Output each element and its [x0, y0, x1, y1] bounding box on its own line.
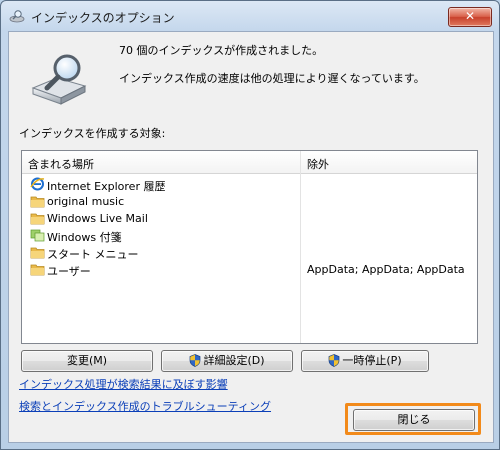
index-count-text: 70 個のインデックスが作成されました。: [119, 44, 324, 57]
indexing-options-window: インデックスのオプション ✕ 70 個のインデックスが作成されました。 インデッ…: [0, 0, 500, 450]
window-close-button[interactable]: ✕: [448, 7, 492, 27]
close-button-label: 閉じる: [397, 413, 431, 426]
list-item-name: Windows 付箋: [47, 231, 122, 244]
list-item[interactable]: Windows 付箋: [22, 227, 477, 244]
sticky-notes-icon: [30, 229, 45, 242]
folder-icon: [30, 213, 45, 225]
list-item[interactable]: ユーザー AppData; AppData; AppData: [22, 261, 477, 278]
list-item[interactable]: スタート メニュー: [22, 244, 477, 261]
indexing-impact-link[interactable]: インデックス処理が検索結果に及ぼす影響: [19, 376, 228, 392]
pause-button-label: 一時停止(P): [342, 354, 402, 367]
folder-icon: [30, 247, 45, 259]
list-item-name: ユーザー: [47, 265, 91, 278]
list-item[interactable]: Internet Explorer 履歴: [22, 176, 477, 193]
folder-icon: [30, 196, 45, 208]
column-header-exclude[interactable]: 除外: [307, 156, 329, 172]
indexing-speed-text: インデックス作成の速度は他の処理により遅くなっています。: [119, 72, 425, 85]
indexed-locations-label: インデックスを作成する対象:: [19, 127, 166, 140]
troubleshoot-link[interactable]: 検索とインデックス作成のトラブルシューティング: [19, 398, 271, 414]
list-header: 含まれる場所 除外: [22, 151, 477, 174]
uac-shield-icon: [329, 353, 340, 367]
indexing-app-icon: [9, 10, 25, 23]
pause-button[interactable]: 一時停止(P): [301, 350, 429, 372]
window-title: インデックスのオプション: [31, 11, 175, 25]
column-header-included[interactable]: 含まれる場所: [28, 156, 94, 172]
modify-button-label: 変更(M): [66, 354, 108, 367]
list-item-name: original music: [47, 195, 125, 208]
advanced-button-label: 詳細設定(D): [203, 354, 265, 367]
folder-icon: [30, 264, 45, 276]
title-bar[interactable]: インデックスのオプション ✕: [1, 1, 499, 31]
list-item[interactable]: original music: [22, 193, 477, 210]
list-item-name: Internet Explorer 履歴: [47, 180, 166, 193]
indexing-drive-magnifier-icon: [31, 54, 87, 105]
list-item-exclude: AppData; AppData; AppData: [307, 263, 465, 276]
uac-shield-icon: [190, 353, 201, 367]
list-item-name: Windows Live Mail: [47, 212, 148, 225]
dialog-body: 70 個のインデックスが作成されました。 インデックス作成の速度は他の処理により…: [8, 31, 494, 443]
advanced-button[interactable]: 詳細設定(D): [161, 350, 293, 372]
list-item-name: スタート メニュー: [47, 248, 139, 261]
internet-explorer-icon: [30, 177, 45, 191]
modify-button[interactable]: 変更(M): [21, 350, 153, 372]
list-item[interactable]: Windows Live Mail: [22, 210, 477, 227]
close-button[interactable]: 閉じる: [353, 409, 475, 431]
indexed-locations-list[interactable]: 含まれる場所 除外 Internet Explorer 履歴 original: [21, 150, 478, 344]
